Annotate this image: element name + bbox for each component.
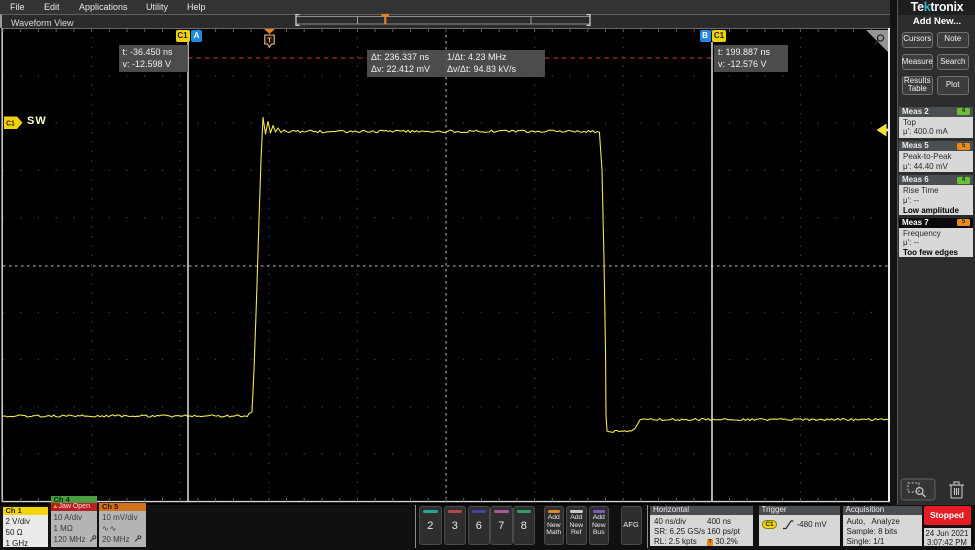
tektronix-logo: Tektronix bbox=[898, 0, 975, 15]
trigger-marker-label: T bbox=[267, 36, 272, 45]
ch3-button[interactable]: 3 bbox=[444, 506, 467, 545]
ch7-button[interactable]: 7 bbox=[490, 506, 513, 545]
waveform-label[interactable]: SW bbox=[27, 115, 47, 127]
cursor-a-readout[interactable]: t: -36.450 ns v: -12.598 V bbox=[119, 45, 188, 72]
menu-utility[interactable]: Utility bbox=[146, 0, 168, 14]
zoom-corner-control[interactable] bbox=[866, 30, 888, 52]
ch2-button[interactable]: 2 bbox=[419, 506, 442, 545]
afg-button[interactable]: AFG bbox=[621, 506, 642, 545]
meas-5-source-badge: 5 bbox=[957, 143, 970, 150]
menu-help[interactable]: Help bbox=[187, 0, 206, 14]
meas-6-source-badge: 4 bbox=[957, 177, 970, 184]
menu-bar: File Edit Applications Utility Help bbox=[0, 0, 890, 14]
meas-2-source-badge: 4 bbox=[957, 108, 970, 115]
tab-bar: Waveform View bbox=[0, 14, 890, 28]
ch4-badge[interactable]: Ch 4 ▲Jaw Open 10 A/div 1 MΩ 120 MHz bbox=[51, 496, 97, 547]
ch5-badge[interactable]: Ch 5 10 mV/div ∿∿ 20 MHz bbox=[99, 503, 146, 547]
cursors-button[interactable]: Cursors bbox=[902, 32, 934, 48]
cursor-a-channel-badge[interactable]: C1 bbox=[176, 30, 190, 42]
measure-button[interactable]: Measure bbox=[902, 54, 934, 70]
horizontal-panel[interactable]: Horizontal 40 ns/div 400 ns SR: 6.25 GS/… bbox=[650, 506, 753, 546]
menu-edit[interactable]: Edit bbox=[44, 0, 60, 14]
cursor-delta-readout[interactable]: Δt: 236.337 ns1/Δt: 4.23 MHz Δv: 22.412 … bbox=[367, 50, 545, 77]
trash-icon[interactable] bbox=[949, 482, 964, 498]
meas-5-badge[interactable]: Meas 5 5 Peak-to-Peakμ': 44.40 mV bbox=[899, 141, 973, 172]
datetime-display: 24 Jun 20213:07:42 PM bbox=[924, 528, 971, 547]
zoom-select-button[interactable] bbox=[901, 479, 935, 500]
trigger-source-badge: C1 bbox=[762, 520, 777, 530]
meas-6-badge[interactable]: Meas 6 4 Rise Timeμ': --Low amplitude bbox=[899, 175, 973, 215]
add-new-bus-button[interactable]: AddNewBus bbox=[589, 506, 610, 545]
ch1-badge[interactable]: Ch 1 2 V/div 50 Ω 1 GHz bbox=[3, 507, 48, 548]
coupling-icons: ∿∿ bbox=[102, 523, 146, 534]
ch4-warning: ▲Jaw Open bbox=[51, 503, 97, 511]
search-button[interactable]: Search bbox=[937, 54, 969, 70]
trigger-position-icon: T bbox=[707, 539, 713, 546]
stopped-button[interactable]: Stopped bbox=[924, 506, 971, 525]
add-new-math-button[interactable]: AddNewMath bbox=[544, 506, 565, 545]
acquisition-panel[interactable]: Acquisition Auto, Analyze Sample: 8 bits… bbox=[843, 506, 922, 546]
add-new-heading: Add New... bbox=[898, 16, 975, 27]
cursor-b-channel-badge[interactable]: C1 bbox=[712, 30, 726, 42]
ch1-source-tag-label: C1 bbox=[6, 121, 15, 128]
cursor-a-badge[interactable]: A bbox=[191, 30, 202, 42]
meas-7-source-badge: 5 bbox=[957, 219, 970, 226]
menu-file[interactable]: File bbox=[10, 0, 25, 14]
cursor-b-badge[interactable]: B bbox=[700, 30, 711, 42]
ch6-button[interactable]: 6 bbox=[468, 506, 491, 545]
results-table-button[interactable]: Results Table bbox=[902, 76, 934, 96]
trigger-panel[interactable]: Trigger C1 -480 mV bbox=[759, 506, 840, 546]
rising-edge-icon bbox=[782, 519, 794, 530]
meas-2-badge[interactable]: Meas 2 4 Topμ': 400.0 mA bbox=[899, 107, 973, 139]
sidebar-tools bbox=[899, 478, 969, 502]
add-new-ref-button[interactable]: AddNewRef bbox=[566, 506, 587, 545]
ch8-button[interactable]: 8 bbox=[513, 506, 536, 545]
cursor-b-readout[interactable]: t: 199.887 ns v: -12.576 V bbox=[714, 45, 788, 72]
graticule-edge-ticks bbox=[3, 29, 871, 502]
menu-applications[interactable]: Applications bbox=[79, 0, 128, 14]
graticule-center-cross bbox=[3, 29, 889, 502]
oscilloscope-screen: T C1 File Edit Applications Utility Help… bbox=[0, 0, 975, 550]
settings-bar-divider bbox=[647, 505, 648, 548]
tab-waveform-view[interactable]: Waveform View bbox=[11, 18, 74, 28]
note-button[interactable]: Note bbox=[937, 32, 969, 48]
probe-icon bbox=[134, 535, 142, 542]
trigger-position-marker[interactable]: T bbox=[264, 29, 275, 47]
probe-icon bbox=[89, 535, 97, 542]
meas-7-badge[interactable]: Meas 7 5 Frequencyμ': --Too few edges bbox=[899, 218, 973, 258]
plot-button[interactable]: Plot bbox=[937, 76, 969, 96]
graticule-grid bbox=[3, 29, 871, 502]
ch1-level-arrow[interactable] bbox=[877, 124, 890, 137]
settings-bar-divider bbox=[415, 505, 416, 548]
